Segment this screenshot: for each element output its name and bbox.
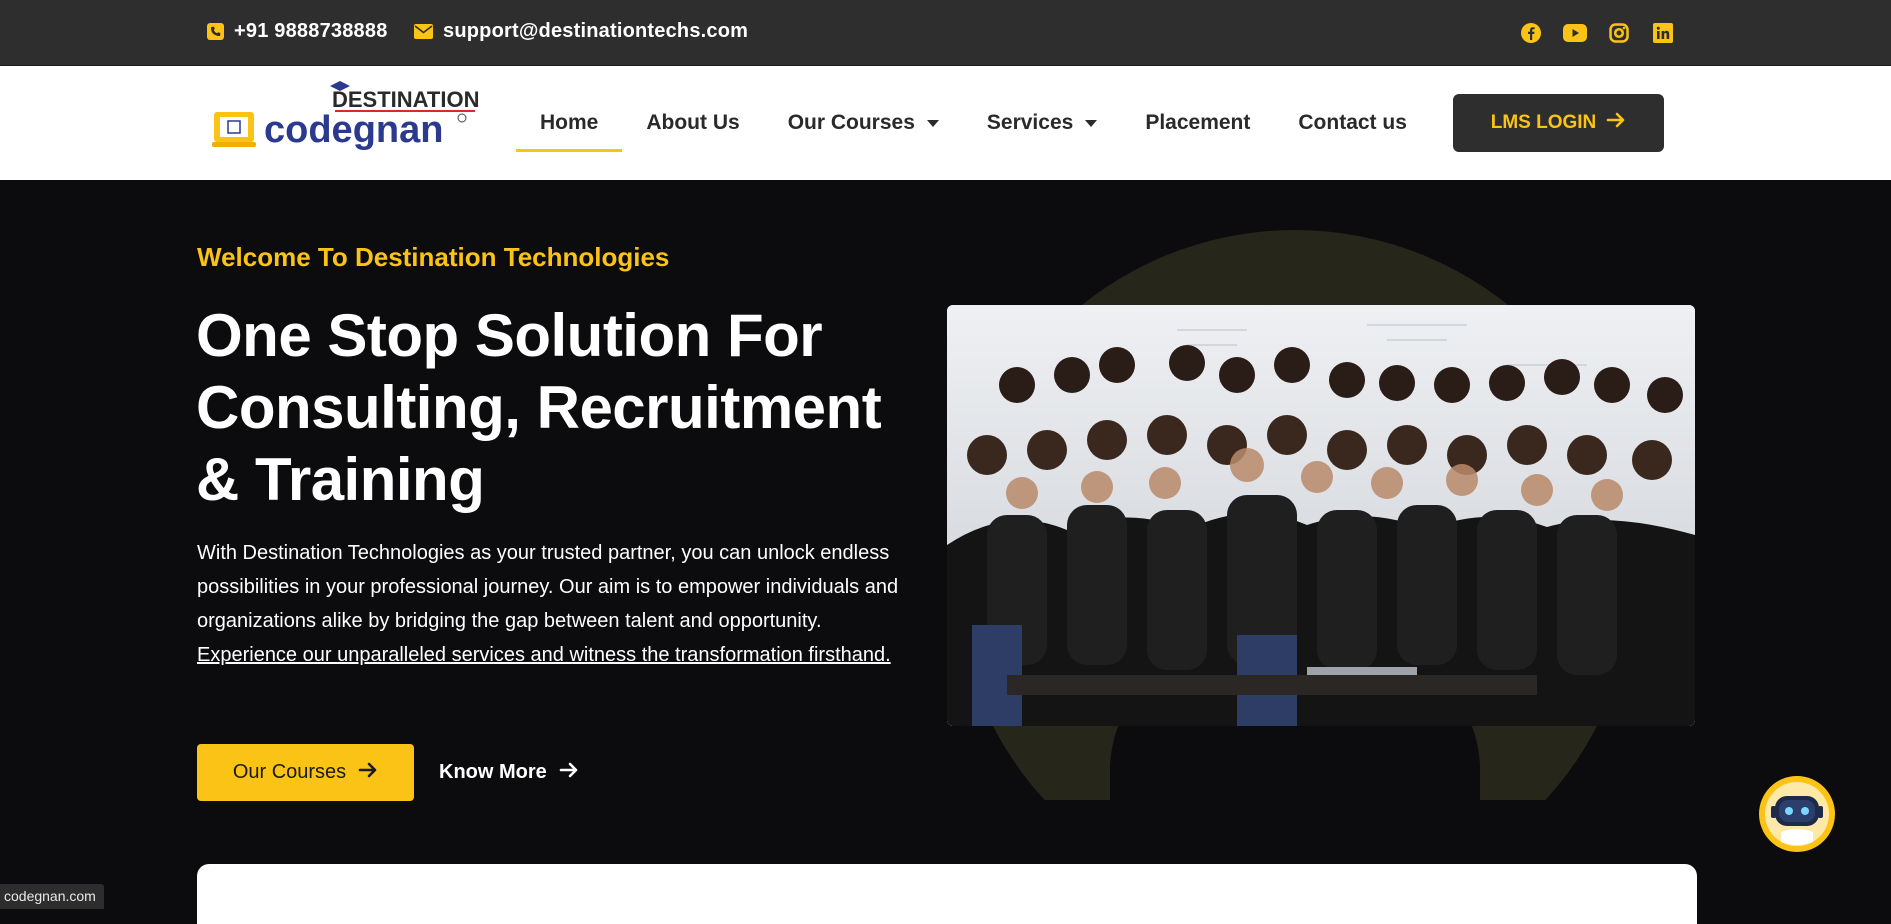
our-courses-button[interactable]: Our Courses [197,744,414,801]
caret-down-icon [1085,119,1098,127]
main-nav: Home About Us Our Courses Services Place… [516,66,1431,180]
content-card [197,864,1697,924]
email-contact[interactable]: support@destinationtechs.com [414,20,748,43]
arrow-right-icon [1606,111,1626,135]
facebook-icon[interactable] [1519,21,1543,45]
hero-description: With Destination Technologies as your tr… [197,542,899,666]
envelope-icon [414,24,433,39]
nav-home[interactable]: Home [516,66,623,180]
know-more-button[interactable]: Know More [439,744,579,801]
nav-about-us[interactable]: About Us [622,66,763,180]
phone-icon [207,23,224,40]
email-address: support@destinationtechs.com [443,20,749,42]
phone-number: +91 9888738888 [234,20,388,42]
linkedin-icon[interactable] [1651,21,1675,45]
site-logo[interactable]: DESTINATION codegnan [212,74,482,170]
arrow-right-icon [559,761,579,785]
students-group-photo [947,305,1695,726]
instagram-icon[interactable] [1607,21,1631,45]
chatbot-robot-icon[interactable] [1757,774,1837,854]
top-contact-bar: +91 9888738888 support@destinationtechs.… [0,0,1891,66]
phone-contact[interactable]: +91 9888738888 [207,20,388,43]
hero-headline: One Stop Solution For Consulting, Recrui… [196,302,882,513]
nav-placement[interactable]: Placement [1121,66,1274,180]
caret-down-icon [926,119,939,127]
lms-login-button[interactable]: LMS LOGIN [1453,94,1664,152]
welcome-tagline: Welcome To Destination Technologies [197,242,670,272]
nav-contact-us[interactable]: Contact us [1274,66,1431,180]
youtube-icon[interactable] [1563,21,1587,45]
nav-our-courses[interactable]: Our Courses [764,66,963,180]
social-links [1519,21,1675,45]
nav-services[interactable]: Services [963,66,1121,180]
status-url: codegnan.com [0,884,104,909]
arrow-right-icon [358,761,378,785]
svg-text:codegnan: codegnan [264,109,443,151]
experience-link[interactable]: Experience our unparalleled services and… [197,644,891,666]
main-header: DESTINATION codegnan Home About Us Our C… [0,66,1891,180]
